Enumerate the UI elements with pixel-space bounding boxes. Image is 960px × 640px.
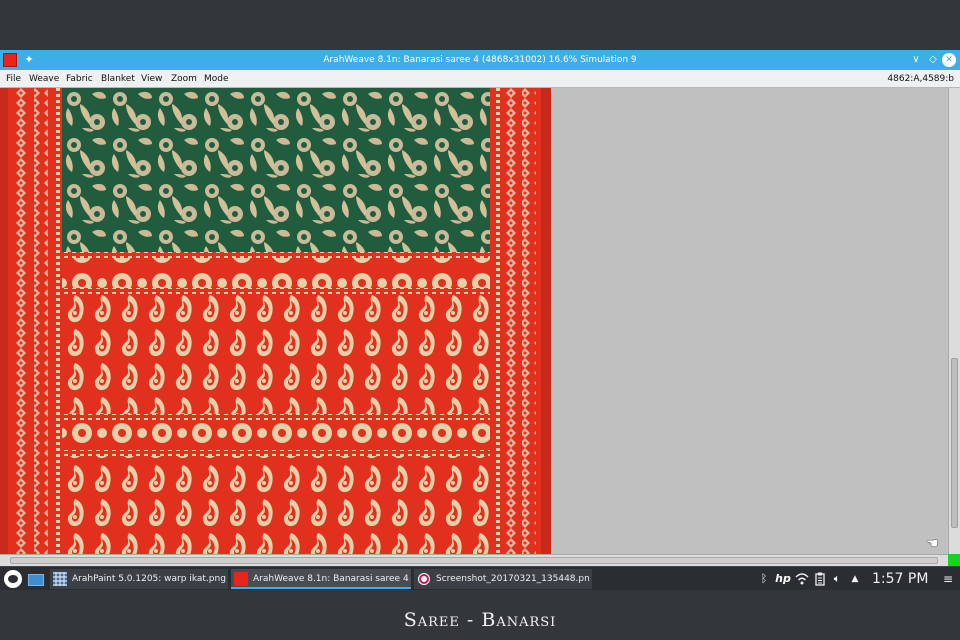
menu-view[interactable]: View — [141, 70, 162, 88]
taskbar: ArahPaint 5.0.1205: warp ikat.png ... Ar… — [0, 566, 960, 590]
flower-band-1 — [62, 258, 490, 288]
hand-cursor-icon: ☚ — [926, 536, 939, 552]
arahweave-window: ✦ ArahWeave 8.1n: Banarasi saree 4 (4868… — [0, 50, 960, 566]
bluetooth-icon[interactable]: ᛒ — [758, 570, 770, 588]
cursor-coordinates: 4862:A,4589:b — [887, 74, 954, 84]
hp-icon[interactable]: hp — [773, 570, 793, 588]
arahweave-icon — [234, 572, 248, 586]
menu-blanket[interactable]: Blanket — [101, 70, 135, 88]
scroll-corner — [948, 554, 960, 566]
task-label: ArahPaint 5.0.1205: warp ikat.png ... — [72, 574, 226, 584]
task-arahweave[interactable]: ArahWeave 8.1n: Banarasi saree 4 ... — [231, 569, 411, 589]
panel-menu-icon[interactable]: ≡ — [941, 570, 955, 588]
title-bar[interactable]: ✦ ArahWeave 8.1n: Banarasi saree 4 (4868… — [0, 50, 960, 70]
volume-icon[interactable]: 🔈︎ — [830, 570, 844, 588]
fabric-canvas[interactable]: ☚ — [0, 88, 948, 554]
clipboard-icon[interactable] — [814, 570, 826, 588]
close-icon[interactable]: ✕ — [942, 53, 956, 67]
vertical-scrollbar[interactable] — [948, 88, 960, 554]
saree-simulation[interactable] — [0, 88, 551, 554]
task-screenshot[interactable]: Screenshot_20170321_135448.pn... — [414, 569, 592, 589]
menu-bar: File Weave Fabric Blanket View Zoom Mode… — [0, 70, 960, 88]
horizontal-scroll-thumb[interactable] — [10, 557, 938, 564]
restore-icon[interactable]: ◇ — [925, 52, 941, 68]
show-desktop-icon[interactable] — [28, 574, 44, 586]
vertical-scroll-thumb[interactable] — [951, 358, 958, 528]
expand-tray-icon[interactable]: ▲ — [850, 570, 860, 588]
task-label: Screenshot_20170321_135448.pn... — [436, 574, 590, 584]
wifi-icon[interactable] — [794, 570, 810, 588]
green-floral-body — [62, 88, 490, 252]
paisley-band-1 — [62, 294, 490, 414]
caption: Saree - Banarsi — [403, 609, 557, 631]
task-label: ArahWeave 8.1n: Banarasi saree 4 ... — [253, 574, 409, 584]
arahpaint-icon — [53, 572, 67, 586]
minimize-icon[interactable]: ∨ — [908, 52, 924, 68]
menu-file[interactable]: File — [6, 70, 21, 88]
window-title: ArahWeave 8.1n: Banarasi saree 4 (4868x3… — [323, 55, 637, 65]
screenshot-icon — [418, 573, 430, 585]
horizontal-scrollbar[interactable] — [0, 554, 948, 566]
clock[interactable]: 1:57 PM — [872, 567, 928, 591]
flower-band-2 — [62, 420, 490, 450]
paisley-band-2 — [62, 456, 490, 554]
menu-mode[interactable]: Mode — [204, 70, 229, 88]
menu-zoom[interactable]: Zoom — [171, 70, 197, 88]
menu-fabric[interactable]: Fabric — [66, 70, 93, 88]
menu-weave[interactable]: Weave — [29, 70, 59, 88]
task-arahpaint[interactable]: ArahPaint 5.0.1205: warp ikat.png ... — [50, 569, 228, 589]
application-launcher-icon[interactable] — [2, 568, 24, 590]
